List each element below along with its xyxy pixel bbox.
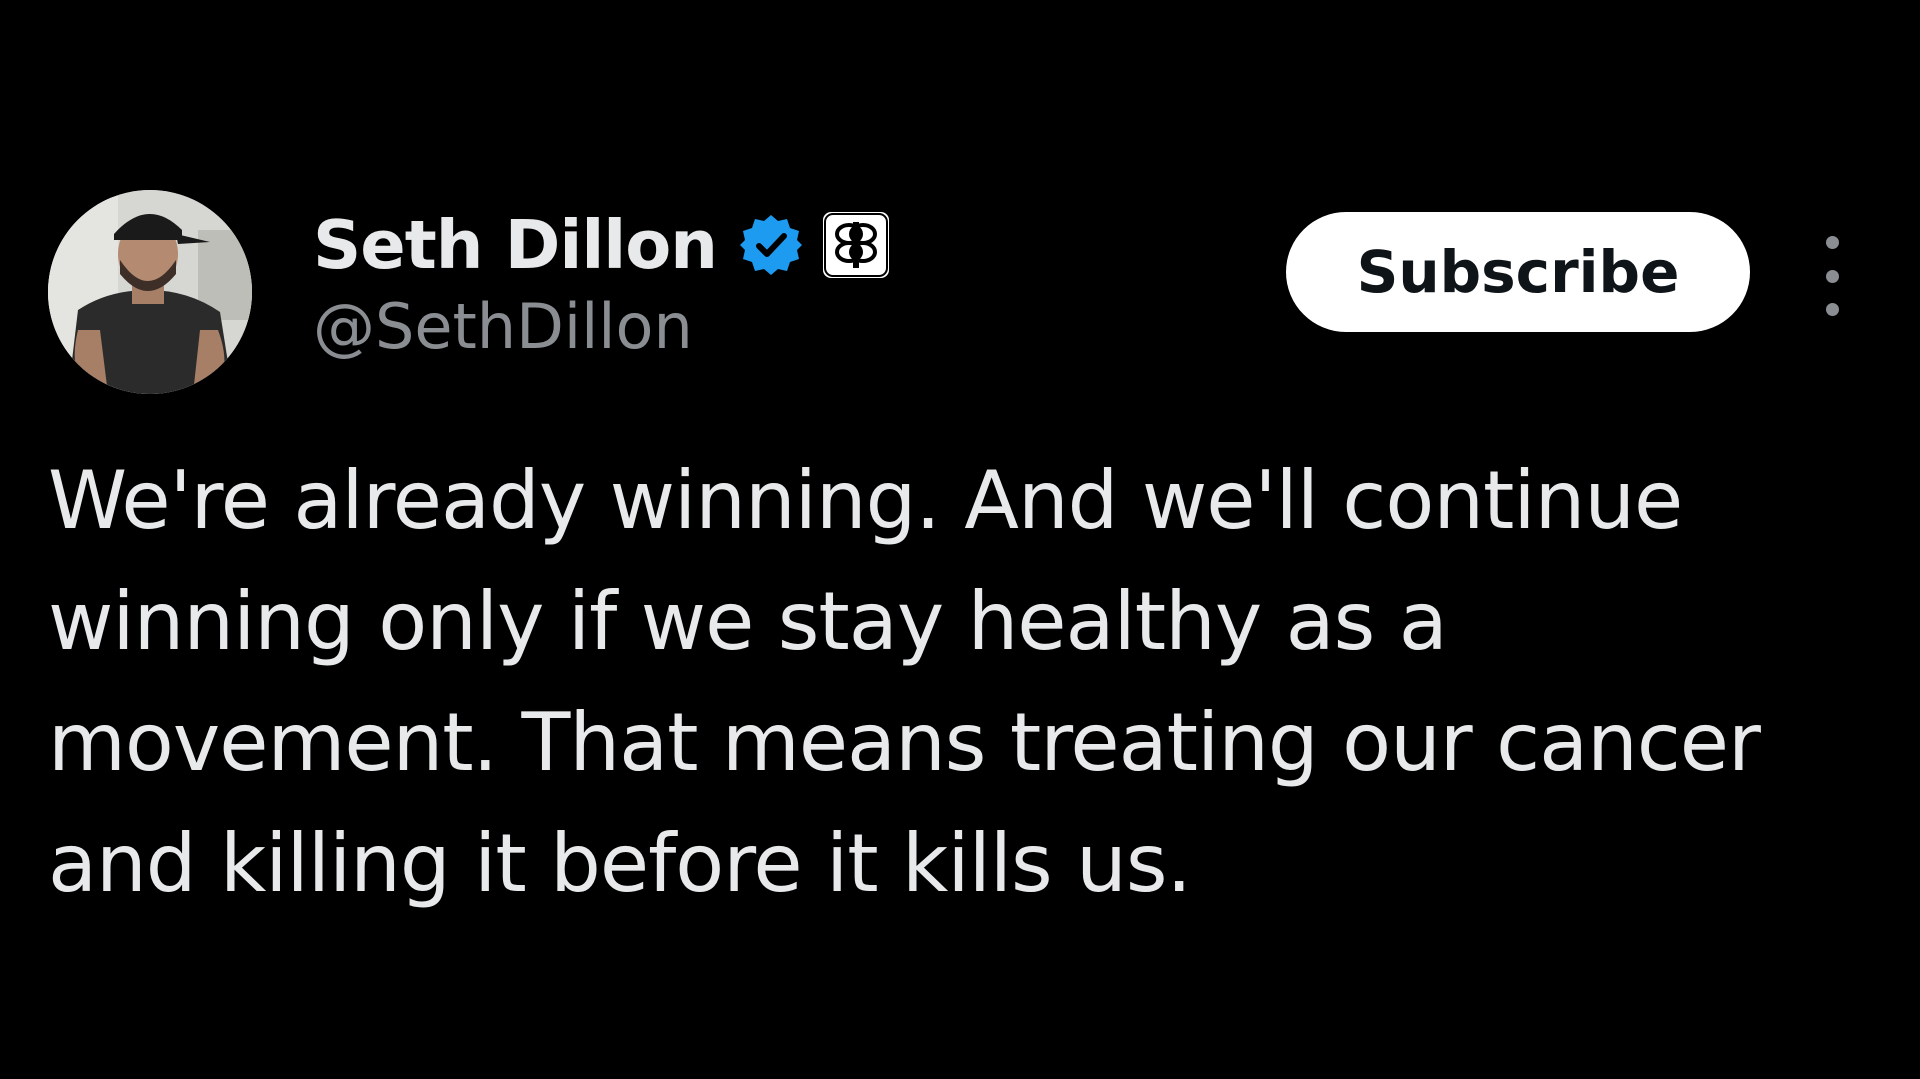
tweet-card: Seth Dillon @SethDillon Subscribe We're …	[0, 0, 1920, 1079]
tweet-text-line: winning only if we stay healthy as a	[48, 575, 1448, 668]
tweet-text-line: movement. That means treating our cancer	[48, 696, 1761, 789]
tweet-text-line: We're already winning. And we'll continu…	[48, 454, 1683, 547]
subscribe-button[interactable]: Subscribe	[1286, 212, 1750, 332]
verified-check-icon[interactable]	[739, 213, 803, 277]
more-dot	[1825, 236, 1839, 249]
author-display-name[interactable]: Seth Dillon	[313, 206, 718, 284]
tweet-text-line: and killing it before it kills us.	[48, 817, 1192, 910]
more-vertical-icon[interactable]	[1808, 236, 1856, 316]
more-dot	[1825, 303, 1839, 316]
more-dot	[1825, 269, 1839, 283]
avatar[interactable]	[48, 190, 252, 394]
tweet-text: We're already winning. And we'll continu…	[48, 440, 1888, 924]
author-name-row: Seth Dillon	[313, 200, 889, 290]
babylon-bee-logo-icon[interactable]	[823, 212, 889, 278]
author-handle[interactable]: @SethDillon	[313, 290, 693, 363]
avatar-photo	[48, 190, 252, 394]
